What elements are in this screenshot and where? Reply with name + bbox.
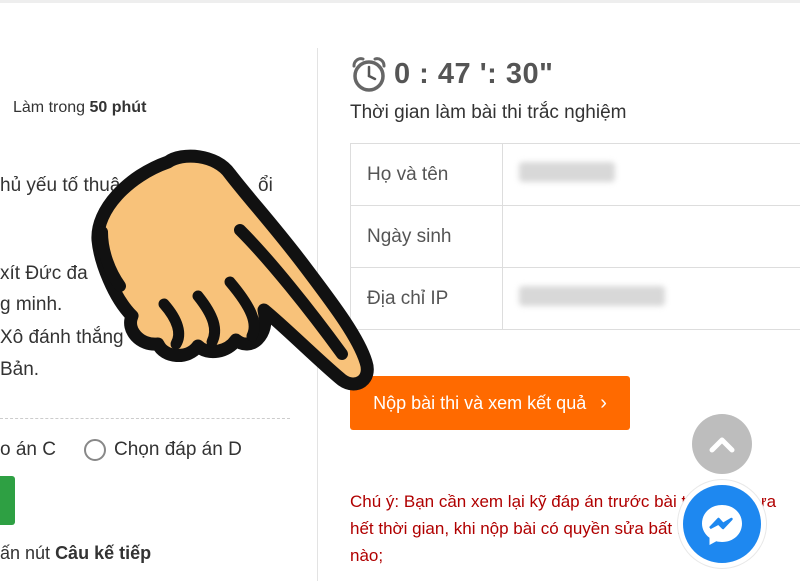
duration-value: 50 phút <box>89 99 147 116</box>
candidate-info-table: Họ và tên Ngày sinh Địa chỉ IP <box>350 143 800 330</box>
question-line: Xô đánh thắng <box>0 327 124 348</box>
question-panel: Làm trong 50 phút hủ yếu tố thuậ ổi xít … <box>0 0 317 581</box>
name-value <box>502 143 800 206</box>
hint-button-name: Câu kế tiếp <box>55 543 152 563</box>
duration-prefix: Làm trong <box>13 99 86 116</box>
option-d[interactable]: Chọn đáp án D <box>84 439 242 461</box>
name-label: Họ và tên <box>350 143 503 206</box>
alarm-clock-icon <box>352 57 386 92</box>
hint-prefix: ấn nút <box>0 543 51 563</box>
question-line: xít Đức đa <box>0 263 88 284</box>
question-line: ổi <box>258 175 273 196</box>
blurred-name <box>519 161 615 182</box>
table-row: Ngày sinh <box>350 205 800 268</box>
ip-value <box>502 267 800 330</box>
scroll-to-top-button[interactable] <box>692 414 752 474</box>
option-d-radio[interactable] <box>84 439 106 461</box>
table-row: Địa chỉ IP <box>350 267 800 330</box>
table-row: Họ và tên <box>350 143 800 206</box>
question-line: hủ yếu tố thuậ <box>0 175 121 196</box>
timer-value: 0 : 47 ': 30" <box>394 57 554 90</box>
option-d-label: Chọn đáp án D <box>114 439 242 460</box>
dob-label: Ngày sinh <box>350 205 503 268</box>
countdown-timer: 0 : 47 ': 30" <box>350 55 553 93</box>
question-line: Bản. <box>0 359 40 380</box>
messenger-icon <box>702 505 742 545</box>
dob-value <box>502 205 800 268</box>
submit-exam-button[interactable]: Nộp bài thi và xem kết quả › <box>350 376 630 430</box>
messenger-chat-button[interactable] <box>678 480 766 568</box>
blurred-ip <box>519 285 665 306</box>
submit-label: Nộp bài thi và xem kết quả <box>373 392 587 413</box>
chevron-up-icon <box>709 437 735 453</box>
exam-duration: Làm trong 50 phút <box>13 99 146 117</box>
timer-subtitle: Thời gian làm bài thi trắc nghiệm <box>350 102 627 123</box>
next-hint: ấn nút Câu kế tiếp <box>0 543 151 564</box>
option-c[interactable]: o án C <box>0 439 56 461</box>
section-divider <box>0 418 290 419</box>
column-divider <box>317 48 318 581</box>
chevron-right-icon: › <box>600 391 607 414</box>
question-line: g minh. <box>0 294 63 315</box>
option-c-label: o án C <box>0 439 56 460</box>
next-question-button[interactable] <box>0 476 15 525</box>
ip-label: Địa chỉ IP <box>350 267 503 330</box>
